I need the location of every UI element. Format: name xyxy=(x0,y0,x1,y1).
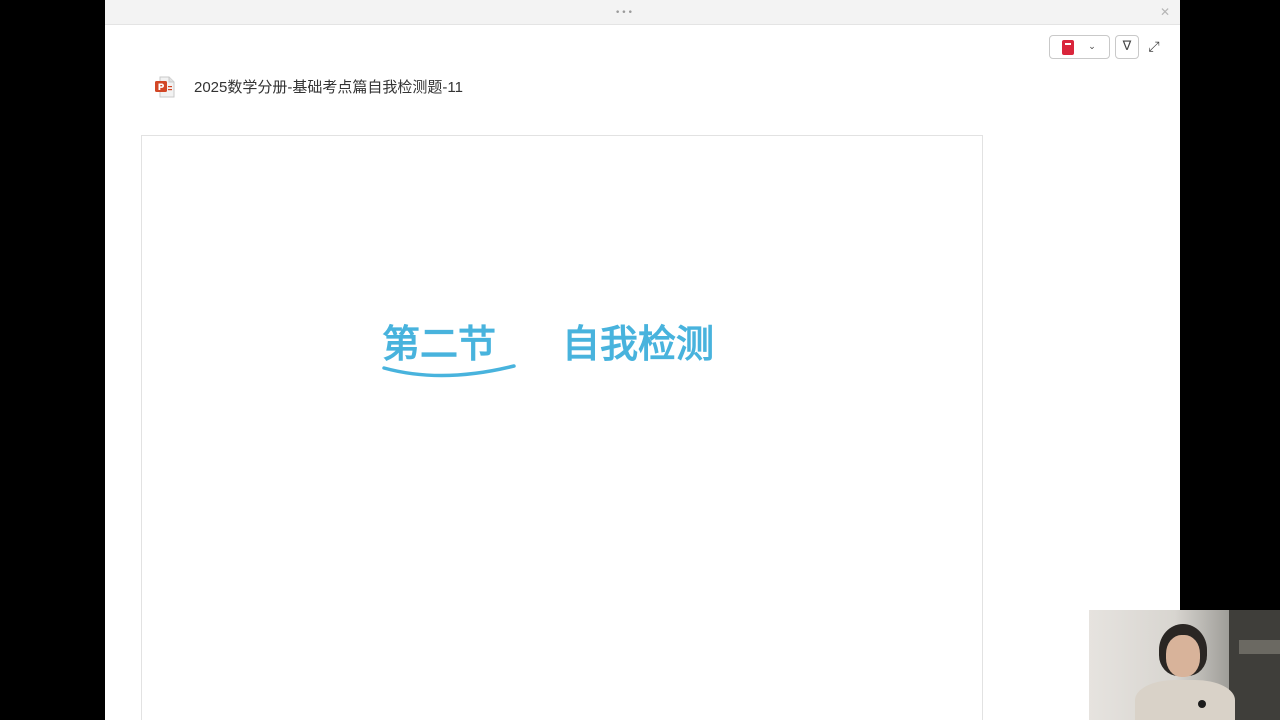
underline-swoosh xyxy=(382,364,516,378)
presentation-viewer-window: ••• ✕ ⌄ ∇ ⤢ 2025数学分册-基础考点篇自我检测题-11 第二节 自… xyxy=(105,0,1180,720)
notebook-icon xyxy=(1062,40,1074,55)
webcam-person-body xyxy=(1135,680,1235,720)
slide-heading: 第二节 自我检测 xyxy=(382,316,802,386)
document-title: 2025数学分册-基础考点篇自我检测题-11 xyxy=(194,79,463,96)
drag-handle-icon[interactable]: ••• xyxy=(615,6,633,20)
powerpoint-icon xyxy=(155,76,175,98)
filter-button[interactable]: ∇ xyxy=(1115,35,1139,59)
window-titlebar[interactable]: ••• ✕ xyxy=(105,0,1180,25)
chevron-down-icon: ⌄ xyxy=(1088,42,1096,52)
webcam-background-shelf-detail xyxy=(1239,640,1280,654)
webcam-person-face xyxy=(1166,635,1200,677)
section-title-text: 自我检测 xyxy=(562,321,715,366)
expand-icon[interactable]: ⤢ xyxy=(1145,37,1163,57)
close-icon[interactable]: ✕ xyxy=(1157,4,1173,20)
microphone-icon xyxy=(1198,700,1206,708)
slide-canvas: 第二节 自我检测 xyxy=(141,135,983,720)
webcam-background-shelf xyxy=(1229,610,1280,720)
webcam-preview[interactable] xyxy=(1089,610,1280,720)
notebook-dropdown-button[interactable]: ⌄ xyxy=(1049,35,1110,59)
